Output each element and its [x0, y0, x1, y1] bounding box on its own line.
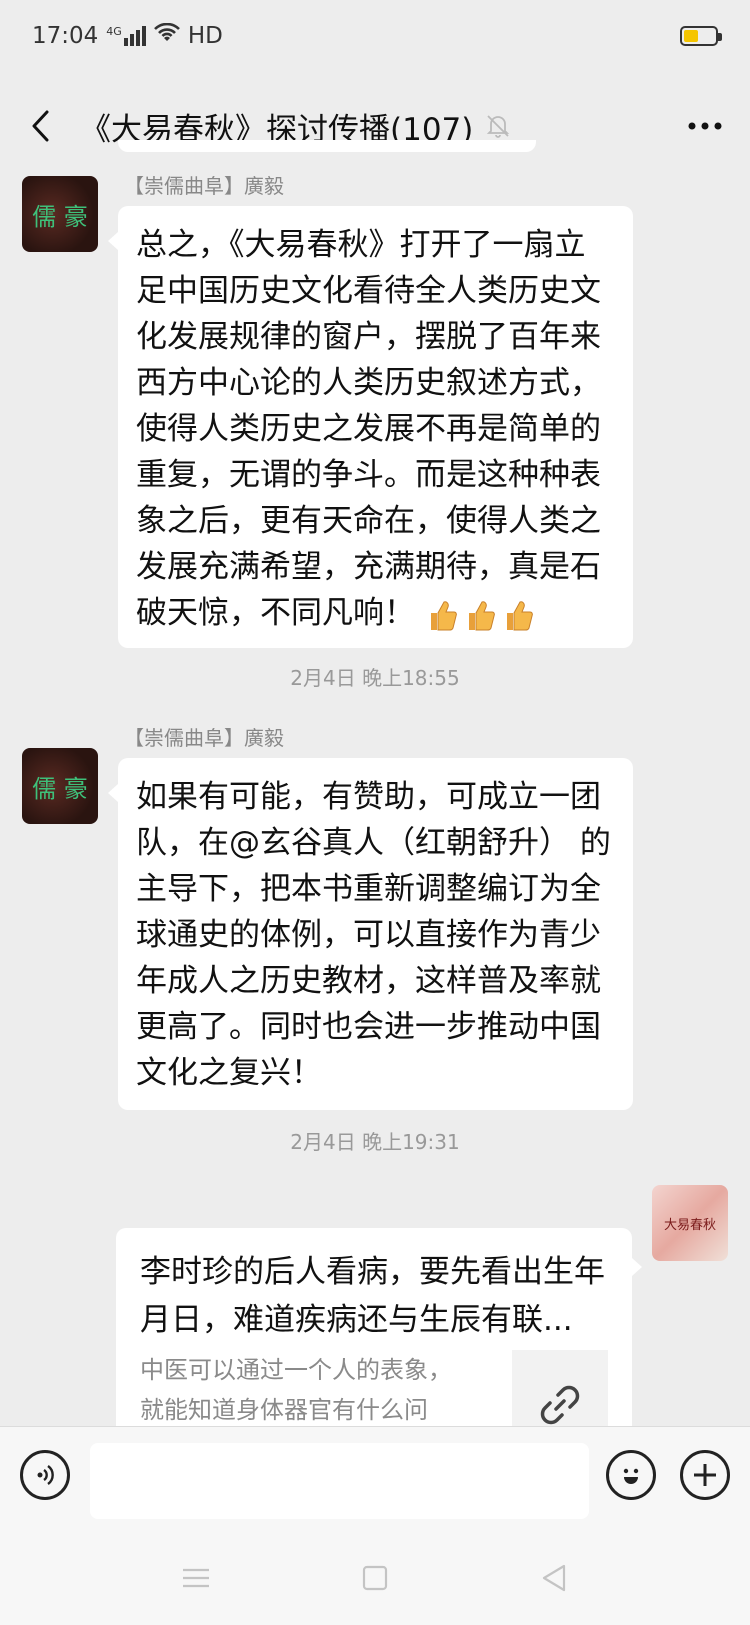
emoji-icon: [623, 1468, 639, 1484]
emoji-group: [425, 598, 535, 632]
message-bubble[interactable]: 总之，《大易春秋》打开了一扇立足中国历史文化看待全人类历史文化发展规律的窗户，摆…: [108, 206, 633, 648]
message-input[interactable]: [90, 1443, 589, 1519]
thumbs-up-icon: [469, 600, 495, 630]
wifi-icon: [153, 22, 180, 49]
chat-area[interactable]: 儒 豪 【崇儒曲阜】廣毅 总之，《大易春秋》打开了一扇立足中国历史文化看待全人类…: [0, 140, 750, 1426]
plus-icon: [694, 1464, 716, 1486]
home-nav-button[interactable]: [355, 1558, 395, 1598]
menu-icon: [183, 1568, 209, 1588]
system-navigation-bar: [0, 1528, 750, 1625]
avatar[interactable]: 儒 豪: [22, 176, 98, 252]
status-bar: 17:04 4G HD: [0, 0, 750, 72]
message-bubble[interactable]: 如果有可能，有赞助，可成立一团队，在@玄谷真人（红朝舒升） 的主导下，把本书重新…: [108, 758, 633, 1110]
voice-button[interactable]: [20, 1450, 70, 1500]
link-description: 中医可以通过一个人的表象，就能知道身体器官有什么问: [140, 1356, 452, 1424]
link-thumbnail: [512, 1350, 608, 1426]
link-icon: [540, 1385, 580, 1425]
mute-bell-icon: [487, 115, 510, 138]
voice-icon: [37, 1465, 54, 1485]
link-card[interactable]: 李时珍的后人看病，要先看出生年月日，难道疾病还与生辰有联... 中医可以通过一个…: [116, 1228, 642, 1426]
plus-button[interactable]: [680, 1450, 730, 1500]
message-text: 如果有可能，有赞助，可成立一团队，在@玄谷真人（红朝舒升） 的主导下，把本书重新…: [136, 779, 611, 1091]
thumbs-up-icon: [431, 600, 457, 630]
sender-name: 【崇儒曲阜】廣毅: [124, 174, 284, 198]
avatar-text: 儒 豪: [32, 202, 88, 231]
battery-icon: [680, 26, 722, 46]
back-arrow-icon: [32, 110, 49, 142]
avatar[interactable]: 儒 豪: [22, 748, 98, 824]
avatar-text: 儒 豪: [32, 774, 88, 803]
network-label: 4G: [106, 25, 122, 38]
input-bar: [0, 1426, 750, 1528]
back-nav-button[interactable]: [534, 1558, 574, 1598]
thumbs-up-icon: [507, 600, 533, 630]
status-left: 17:04 4G HD: [32, 22, 223, 49]
battery-fill: [684, 30, 698, 42]
back-triangle-icon: [542, 1564, 566, 1592]
my-avatar[interactable]: 大易春秋: [652, 1185, 728, 1261]
home-square-icon: [362, 1565, 388, 1591]
hd-label: HD: [187, 23, 223, 49]
status-time: 17:04: [32, 23, 99, 49]
link-title: 李时珍的后人看病，要先看出生年月日，难道疾病还与生辰有联...: [140, 1254, 605, 1338]
menu-nav-button[interactable]: [176, 1558, 216, 1598]
more-icon: [688, 122, 722, 130]
previous-message-bubble[interactable]: [118, 140, 536, 152]
sender-name: 【崇儒曲阜】廣毅: [124, 726, 284, 750]
timestamp: 2月4日 晚上19:31: [290, 1130, 460, 1154]
avatar-text: 大易春秋: [663, 1217, 716, 1233]
network-icon: 4G: [106, 26, 146, 46]
timestamp: 2月4日 晚上18:55: [290, 666, 460, 690]
message-text: 总之，《大易春秋》打开了一扇立足中国历史文化看待全人类历史文化发展规律的窗户，摆…: [136, 227, 601, 631]
emoji-button[interactable]: [606, 1450, 656, 1500]
